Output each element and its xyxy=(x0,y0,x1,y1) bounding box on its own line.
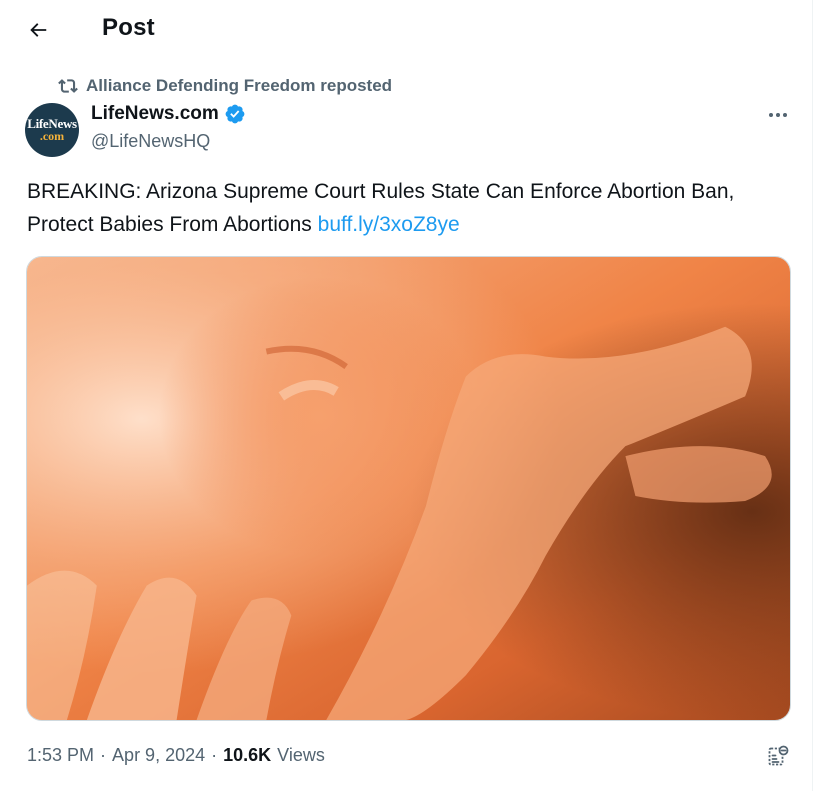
views-count: 10.6K xyxy=(223,745,272,765)
meta-separator: · xyxy=(211,745,218,765)
arrow-left-icon xyxy=(30,23,47,37)
verified-badge-icon[interactable] xyxy=(224,103,246,125)
post-date[interactable]: Apr 9, 2024 xyxy=(112,745,205,766)
more-horizontal-icon xyxy=(769,113,787,117)
author-name[interactable]: LifeNews.com xyxy=(91,103,219,125)
post-text: BREAKING: Arizona Supreme Court Rules St… xyxy=(27,175,787,241)
meta-separator: · xyxy=(100,745,107,765)
page-title: Post xyxy=(102,14,155,41)
avatar-logo-suffix: .com xyxy=(39,129,65,143)
post-media-image[interactable] xyxy=(26,256,791,721)
author-handle[interactable]: @LifeNewsHQ xyxy=(91,131,210,152)
repost-icon xyxy=(58,79,78,93)
avatar[interactable]: LifeNews .com xyxy=(25,103,79,157)
fetal-ultrasound-image xyxy=(27,257,790,720)
repost-context[interactable]: Alliance Defending Freedom reposted xyxy=(58,75,392,97)
post-link[interactable]: buff.ly/3xoZ8ye xyxy=(318,213,460,236)
post-header: Post xyxy=(0,0,813,57)
more-options-button[interactable] xyxy=(758,102,798,128)
post-metadata: 1:53 PM · Apr 9, 2024 · 10.6K Views xyxy=(27,745,325,766)
author-name-row[interactable]: LifeNews.com xyxy=(91,103,246,125)
post-page: Post Alliance Defending Freedom reposted… xyxy=(0,0,813,791)
post-time[interactable]: 1:53 PM xyxy=(27,745,94,766)
back-button[interactable] xyxy=(20,12,56,48)
analytics-icon xyxy=(768,745,789,766)
post-analytics-button[interactable] xyxy=(764,742,792,770)
views-label: Views xyxy=(277,745,325,765)
repost-label: Alliance Defending Freedom reposted xyxy=(86,76,393,95)
